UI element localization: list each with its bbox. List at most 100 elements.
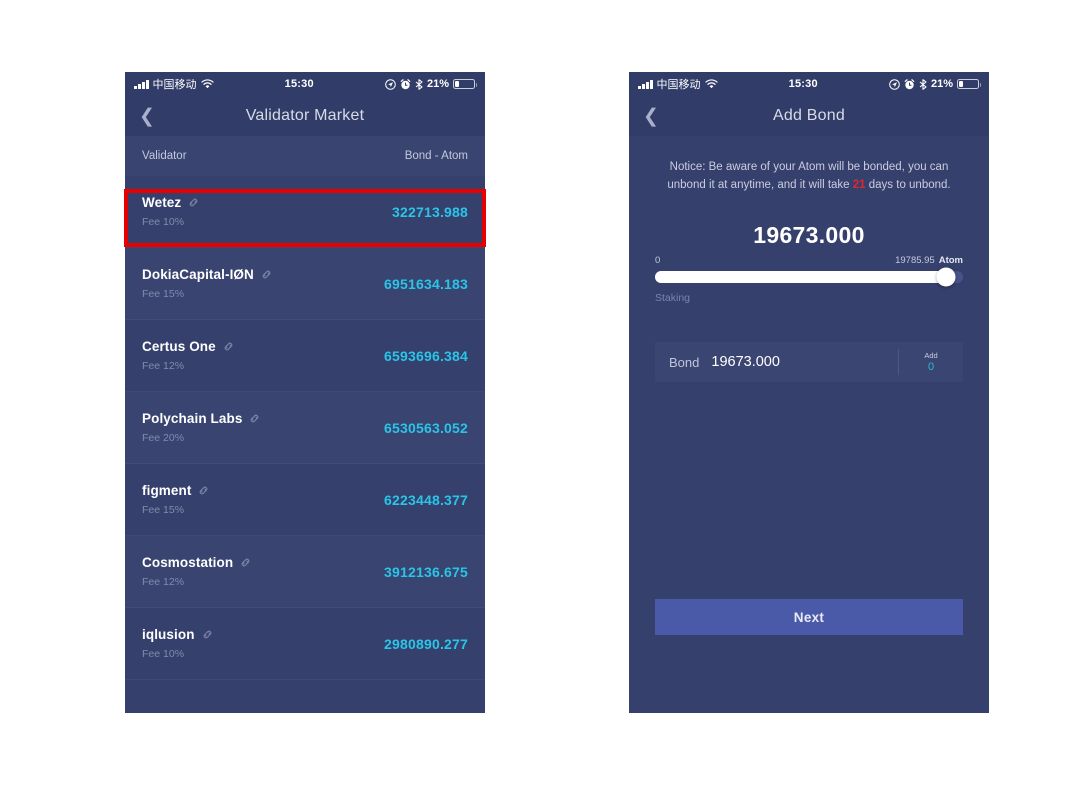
validator-name: Cosmostation xyxy=(142,555,234,570)
validator-row[interactable]: Cosmostation Fee 12% 3912136.675 xyxy=(125,536,485,608)
validator-info: Polychain Labs Fee 20% xyxy=(142,411,260,444)
validator-name: figment xyxy=(142,483,192,498)
validator-bond-amount: 6951634.183 xyxy=(384,275,468,292)
slider-thumb[interactable] xyxy=(936,267,956,287)
carrier-label: 中国移动 xyxy=(656,79,701,91)
link-icon[interactable] xyxy=(223,341,234,352)
status-bar-right-group: 21% xyxy=(889,78,981,90)
link-icon[interactable] xyxy=(202,629,213,640)
amount-slider[interactable] xyxy=(655,267,963,287)
validator-fee: Fee 12% xyxy=(142,360,185,372)
validator-info: Cosmostation Fee 12% xyxy=(142,555,251,588)
validator-row[interactable]: Polychain Labs Fee 20% 6530563.052 xyxy=(125,392,485,464)
phone-validator-market: 中国移动 15:30 21% ❮ Validator Market Valida… xyxy=(125,72,485,713)
wifi-icon xyxy=(704,79,718,89)
status-bar-left-group: 中国移动 xyxy=(134,76,214,92)
page-title-add-bond: Add Bond xyxy=(773,107,845,124)
phone-add-bond: 中国移动 15:30 21% ❮ Add Bond Notice: Be awa… xyxy=(629,72,989,713)
link-icon[interactable] xyxy=(240,557,251,568)
status-bar-left-group: 中国移动 xyxy=(638,76,718,92)
battery-icon xyxy=(453,79,477,89)
validator-name-group: Wetez xyxy=(142,195,199,210)
validator-row[interactable]: Certus One Fee 12% 6593696.384 xyxy=(125,320,485,392)
validator-fee: Fee 10% xyxy=(142,648,185,660)
validator-name-group: iqlusion xyxy=(142,627,213,642)
link-icon[interactable] xyxy=(261,269,272,280)
amount-slider-group: 0 19785.95 Atom Staking xyxy=(629,249,989,304)
location-arrow-icon xyxy=(385,78,396,90)
validator-fee: Fee 12% xyxy=(142,576,185,588)
validator-info: figment Fee 15% xyxy=(142,483,209,516)
slider-range-labels: 0 19785.95 Atom xyxy=(655,255,963,266)
next-button[interactable]: Next xyxy=(655,599,963,635)
add-bond-body: Notice: Be aware of your Atom will be bo… xyxy=(629,136,989,635)
notice-unbond-days: 21 xyxy=(852,179,866,191)
validator-name: DokiaCapital-IØN xyxy=(142,267,254,282)
signal-bars-icon xyxy=(134,79,149,89)
battery-icon xyxy=(957,79,981,89)
validator-row[interactable]: Wetez Fee 10% 322713.988 xyxy=(125,176,485,248)
bond-add-column[interactable]: Add 0 xyxy=(899,351,963,373)
validator-info: Wetez Fee 10% xyxy=(142,195,199,228)
list-bottom-spacer xyxy=(125,680,485,713)
column-header-bond: Bond - Atom xyxy=(404,150,468,162)
slider-unit-label: Atom xyxy=(938,255,963,266)
validator-name: Polychain Labs xyxy=(142,411,243,426)
validator-info: iqlusion Fee 10% xyxy=(142,627,213,660)
link-icon[interactable] xyxy=(249,413,260,424)
slider-min-label: 0 xyxy=(655,255,661,266)
status-bar-time: 15:30 xyxy=(284,78,314,90)
notice-part-2: days to unbond. xyxy=(865,179,951,191)
carrier-label: 中国移动 xyxy=(152,79,197,91)
validator-bond-amount: 6223448.377 xyxy=(384,491,468,508)
battery-percent-label: 21% xyxy=(426,78,449,90)
validator-name-group: DokiaCapital-IØN xyxy=(142,267,272,282)
validator-row[interactable]: DokiaCapital-IØN Fee 15% 6951634.183 xyxy=(125,248,485,320)
validator-info: Certus One Fee 12% xyxy=(142,339,234,372)
chevron-left-icon[interactable]: ❮ xyxy=(125,96,169,136)
validator-fee: Fee 10% xyxy=(142,216,185,228)
validator-bond-amount: 322713.988 xyxy=(392,203,468,220)
validator-info: DokiaCapital-IØN Fee 15% xyxy=(142,267,272,300)
signal-bars-icon xyxy=(638,79,653,89)
battery-percent-label: 21% xyxy=(930,78,953,90)
bond-amount-display: 19673.000 xyxy=(753,222,865,248)
status-bar-time: 15:30 xyxy=(788,78,818,90)
wifi-icon xyxy=(200,79,214,89)
notice-text: Notice: Be aware of your Atom will be bo… xyxy=(629,136,989,194)
nav-bar-left: ❮ Validator Market xyxy=(125,96,485,136)
bond-input-row[interactable]: Bond 19673.000 Add 0 xyxy=(655,342,963,382)
status-bar-right-group: 21% xyxy=(385,78,477,90)
bond-add-value: 0 xyxy=(927,361,935,373)
validator-bond-amount: 6593696.384 xyxy=(384,347,468,364)
bluetooth-icon xyxy=(415,78,423,90)
validator-bond-amount: 6530563.052 xyxy=(384,419,468,436)
validator-fee: Fee 15% xyxy=(142,504,185,516)
validator-name-group: figment xyxy=(142,483,209,498)
validator-name: Wetez xyxy=(142,195,182,210)
nav-bar-right: ❮ Add Bond xyxy=(629,96,989,136)
bond-add-title: Add xyxy=(924,351,938,360)
alarm-clock-icon xyxy=(904,78,915,89)
link-icon[interactable] xyxy=(188,197,199,208)
slider-fill xyxy=(655,271,947,283)
validator-bond-amount: 2980890.277 xyxy=(384,635,468,652)
bond-field-label: Bond xyxy=(669,354,700,370)
validator-list: Wetez Fee 10% 322713.988 DokiaCapital-IØN Fe… xyxy=(125,176,485,680)
validator-name: Certus One xyxy=(142,339,216,354)
chevron-left-icon[interactable]: ❮ xyxy=(629,96,673,136)
validator-row[interactable]: figment Fee 15% 6223448.377 xyxy=(125,464,485,536)
slider-max-group: 19785.95 Atom xyxy=(895,255,963,266)
validator-fee: Fee 20% xyxy=(142,432,185,444)
page-title-validator-market: Validator Market xyxy=(245,107,365,124)
status-bar-left: 中国移动 15:30 21% xyxy=(125,72,485,96)
validator-name: iqlusion xyxy=(142,627,195,642)
slider-max-label: 19785.95 xyxy=(895,255,935,266)
alarm-clock-icon xyxy=(400,78,411,89)
validator-name-group: Polychain Labs xyxy=(142,411,260,426)
bond-field-value[interactable]: 19673.000 xyxy=(699,354,898,370)
validator-name-group: Cosmostation xyxy=(142,555,251,570)
column-header-validator: Validator xyxy=(142,150,187,162)
link-icon[interactable] xyxy=(198,485,209,496)
validator-row[interactable]: iqlusion Fee 10% 2980890.277 xyxy=(125,608,485,680)
